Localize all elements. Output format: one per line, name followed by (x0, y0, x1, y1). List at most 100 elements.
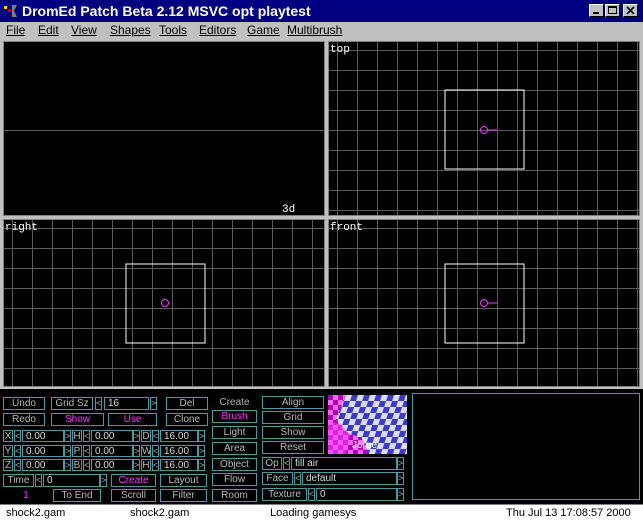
rot-b-decrease[interactable]: < (83, 459, 90, 471)
brush-outline (444, 263, 525, 344)
size-h-increase[interactable]: > (198, 459, 205, 471)
create-room-button[interactable]: Room (212, 489, 257, 502)
grid-size-decrease[interactable]: < (95, 397, 102, 410)
menu-multibrush[interactable]: Multibrush (287, 22, 342, 38)
coord-z-increase[interactable]: > (64, 459, 71, 471)
face-decrease[interactable]: < (294, 472, 301, 485)
create-button[interactable]: Create (111, 474, 156, 487)
op-increase[interactable]: > (397, 457, 404, 470)
maximize-button[interactable] (605, 4, 620, 17)
delete-button[interactable]: Del (166, 397, 208, 410)
coord-z-field[interactable]: 0.00 (22, 459, 64, 471)
scroll-button[interactable]: Scroll (111, 489, 156, 502)
menu-view[interactable]: View (71, 22, 97, 38)
menu-tools[interactable]: Tools (159, 22, 187, 38)
minimize-button[interactable] (589, 4, 604, 17)
face-increase[interactable]: > (397, 472, 404, 485)
grid-size-increase[interactable]: > (150, 397, 157, 410)
rot-p-decrease[interactable]: < (83, 445, 90, 457)
grid-size-value[interactable]: 16 (104, 397, 149, 410)
control-panel: Undo Redo Grid Sz < 16 > Show Use Del Cl… (0, 389, 643, 504)
menu-game[interactable]: Game (247, 22, 280, 38)
size-w-increase[interactable]: > (198, 445, 205, 457)
menu-shapes[interactable]: Shapes (110, 22, 151, 38)
size-h-decrease[interactable]: < (152, 459, 159, 471)
create-light-button[interactable]: Light (212, 426, 257, 439)
rot-b-field[interactable]: 0.00 (91, 459, 133, 471)
status-clock: Thu Jul 13 17:08:57 2000 (506, 507, 631, 519)
create-flow-button[interactable]: Flow (212, 473, 257, 486)
size-w-field[interactable]: 16.00 (160, 445, 198, 457)
size-w-label: W (141, 445, 151, 457)
coord-y-decrease[interactable]: < (14, 445, 21, 457)
coord-x-increase[interactable]: > (64, 430, 71, 442)
size-w-decrease[interactable]: < (152, 445, 159, 457)
grid-button[interactable]: Grid (262, 411, 324, 424)
texture-field[interactable]: 0 (316, 488, 397, 501)
size-d-field[interactable]: 16.00 (160, 430, 198, 442)
grid-show-toggle[interactable]: Show (51, 413, 104, 426)
texture-increase[interactable]: > (397, 488, 404, 501)
align-button[interactable]: Align (262, 396, 324, 409)
time-field[interactable]: 0 (43, 474, 100, 487)
close-button[interactable] (623, 4, 638, 17)
texture-label: Texture (262, 488, 307, 501)
to-end-button[interactable]: To End (53, 489, 101, 502)
texture-preview[interactable]: Jorge (328, 395, 407, 454)
reset-button[interactable]: Reset (262, 441, 324, 454)
coord-x-field[interactable]: 0.00 (22, 430, 64, 442)
viewport-top-label: top (330, 44, 350, 56)
create-object-button[interactable]: Object (212, 458, 257, 471)
undo-button[interactable]: Undo (3, 397, 45, 410)
rot-b-increase[interactable]: > (133, 459, 140, 471)
object-preview-panel (412, 393, 640, 500)
status-bar: shock2.gam shock2.gam Loading gamesys Th… (0, 504, 643, 522)
texture-name-label: Jorge (352, 440, 378, 451)
viewport-right-label: right (5, 222, 39, 234)
show-button[interactable]: Show (262, 426, 324, 439)
op-field[interactable]: fill air (291, 457, 397, 470)
grid-use-toggle[interactable]: Use (108, 413, 157, 426)
status-gamesys: shock2.gam (130, 507, 190, 519)
coord-y-field[interactable]: 0.00 (22, 445, 64, 457)
viewport-3d[interactable]: 3d View (3, 41, 325, 216)
viewport-3d-label: 3d View (282, 204, 296, 216)
size-h-field[interactable]: 16.00 (160, 459, 198, 471)
viewport-front[interactable]: front (328, 219, 640, 387)
brush-outline (444, 89, 525, 170)
coord-x-decrease[interactable]: < (14, 430, 21, 442)
menu-bar: File Edit View Shapes Tools Editors Game… (0, 22, 643, 38)
grid-right (4, 220, 324, 386)
filter-button[interactable]: Filter (160, 489, 207, 502)
clone-button[interactable]: Clone (166, 413, 208, 426)
texture-decrease[interactable]: < (308, 488, 315, 501)
time-decrease[interactable]: < (35, 474, 42, 487)
rot-h-decrease[interactable]: < (83, 430, 90, 442)
brush-center-marker (161, 299, 169, 307)
rot-h-field[interactable]: 0.00 (91, 430, 133, 442)
size-d-increase[interactable]: > (198, 430, 205, 442)
menu-file[interactable]: File (6, 22, 25, 38)
size-d-decrease[interactable]: < (152, 430, 159, 442)
coord-y-increase[interactable]: > (64, 445, 71, 457)
rot-p-increase[interactable]: > (133, 445, 140, 457)
brush-center-marker (480, 299, 488, 307)
menu-editors[interactable]: Editors (199, 22, 236, 38)
create-brush-button[interactable]: Brush (212, 410, 257, 423)
viewport-right[interactable]: right (3, 219, 325, 387)
redo-button[interactable]: Redo (3, 413, 45, 426)
op-decrease[interactable]: < (283, 457, 290, 470)
rot-p-field[interactable]: 0.00 (91, 445, 133, 457)
coord-z-decrease[interactable]: < (14, 459, 21, 471)
time-increase[interactable]: > (100, 474, 107, 487)
rot-h-increase[interactable]: > (133, 430, 140, 442)
create-label: Create (212, 396, 257, 409)
menu-edit[interactable]: Edit (38, 22, 59, 38)
create-area-button[interactable]: Area (212, 442, 257, 455)
coord-z-label: Z (3, 459, 13, 471)
layout-button[interactable]: Layout (160, 474, 207, 487)
face-field[interactable]: default (302, 472, 397, 485)
op-label: Op (262, 457, 282, 470)
brush-outline (125, 263, 206, 344)
viewport-top[interactable]: top (328, 41, 640, 216)
